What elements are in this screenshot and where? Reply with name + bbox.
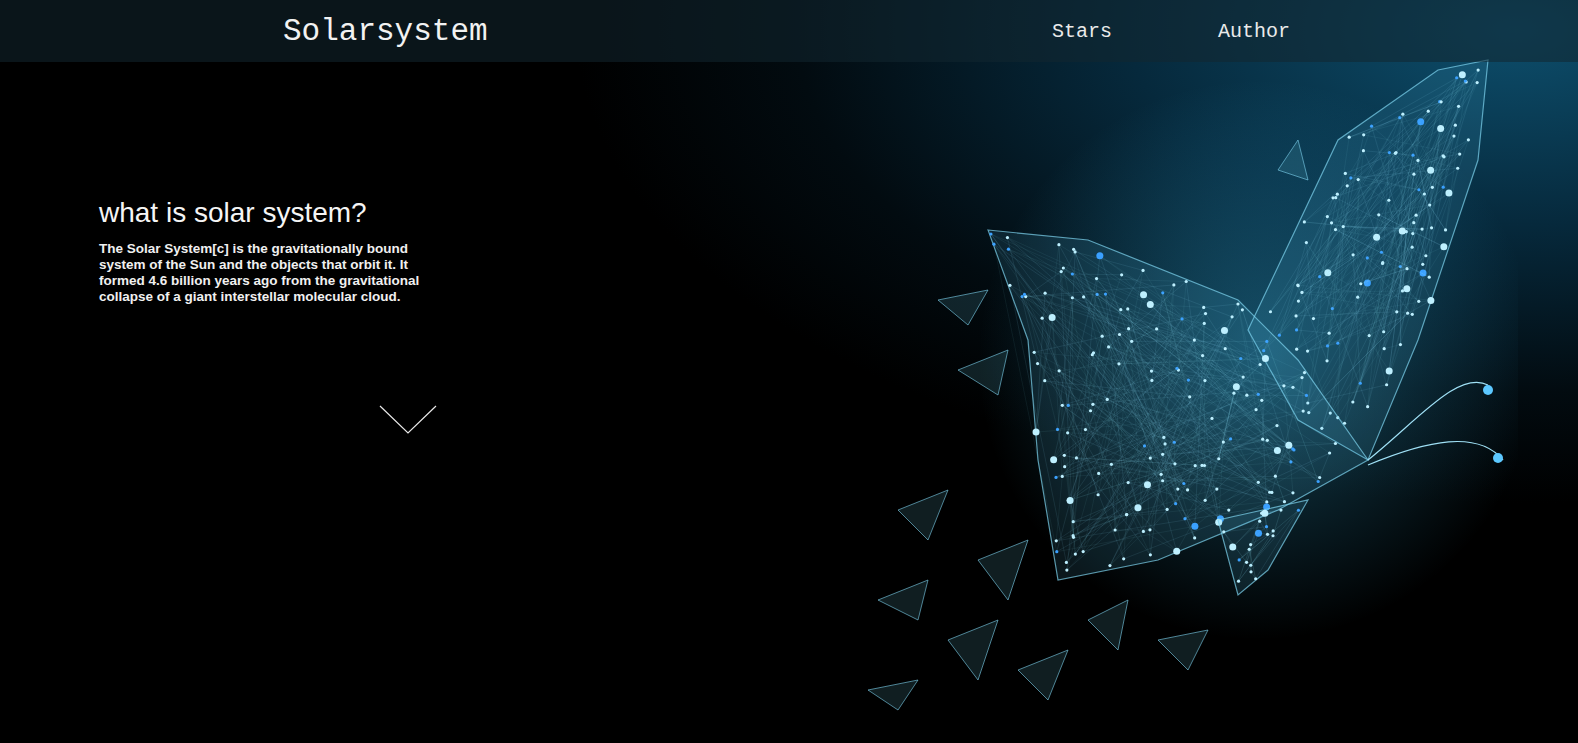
- chevron-down-icon[interactable]: [379, 405, 437, 435]
- brand-link[interactable]: Solarsystem: [283, 14, 488, 49]
- hero-title: what is solar system?: [99, 197, 444, 229]
- hero-text: what is solar system? The Solar System[c]…: [0, 62, 444, 743]
- hero: what is solar system? The Solar System[c]…: [0, 62, 1578, 743]
- nav-links: Stars Author: [1052, 20, 1290, 43]
- page: Solarsystem Stars Author what is solar syst…: [0, 0, 1578, 743]
- nav-link[interactable]: Author: [1218, 20, 1290, 43]
- hero-paragraph: The Solar System[c] is the gravitational…: [99, 241, 444, 305]
- butterfly-illustration: [858, 40, 1518, 721]
- nav-link[interactable]: Stars: [1052, 20, 1112, 43]
- nav-bar: Solarsystem Stars Author: [0, 0, 1578, 62]
